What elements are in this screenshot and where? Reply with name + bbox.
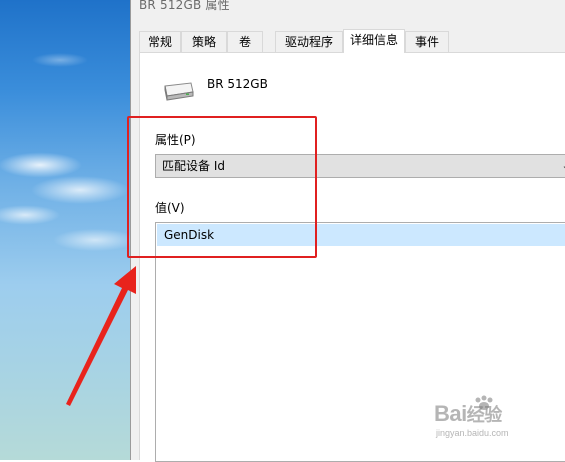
watermark-brand: Bai经验 xyxy=(434,401,502,426)
baidu-watermark: Bai经验 jingyan.baidu.com xyxy=(430,395,560,445)
tab-details[interactable]: 详细信息 xyxy=(343,29,405,53)
drive-icon xyxy=(164,82,194,101)
annotation-arrow xyxy=(66,266,136,406)
tab-bar: 常规 策略 卷 驱动程序 详细信息 事件 xyxy=(139,29,565,53)
tab-volume[interactable]: 卷 xyxy=(227,31,263,52)
tab-policy[interactable]: 策略 xyxy=(181,31,227,52)
device-name: BR 512GB xyxy=(207,77,268,91)
tab-events[interactable]: 事件 xyxy=(405,31,449,52)
tab-driver[interactable]: 驱动程序 xyxy=(275,31,343,52)
annotation-highlight-box xyxy=(127,116,317,258)
tab-general[interactable]: 常规 xyxy=(139,31,181,52)
watermark-url: jingyan.baidu.com xyxy=(436,428,509,438)
chevron-down-icon[interactable]: ⌄ xyxy=(559,155,565,177)
window-title: BR 512GB 属性 xyxy=(139,0,230,12)
